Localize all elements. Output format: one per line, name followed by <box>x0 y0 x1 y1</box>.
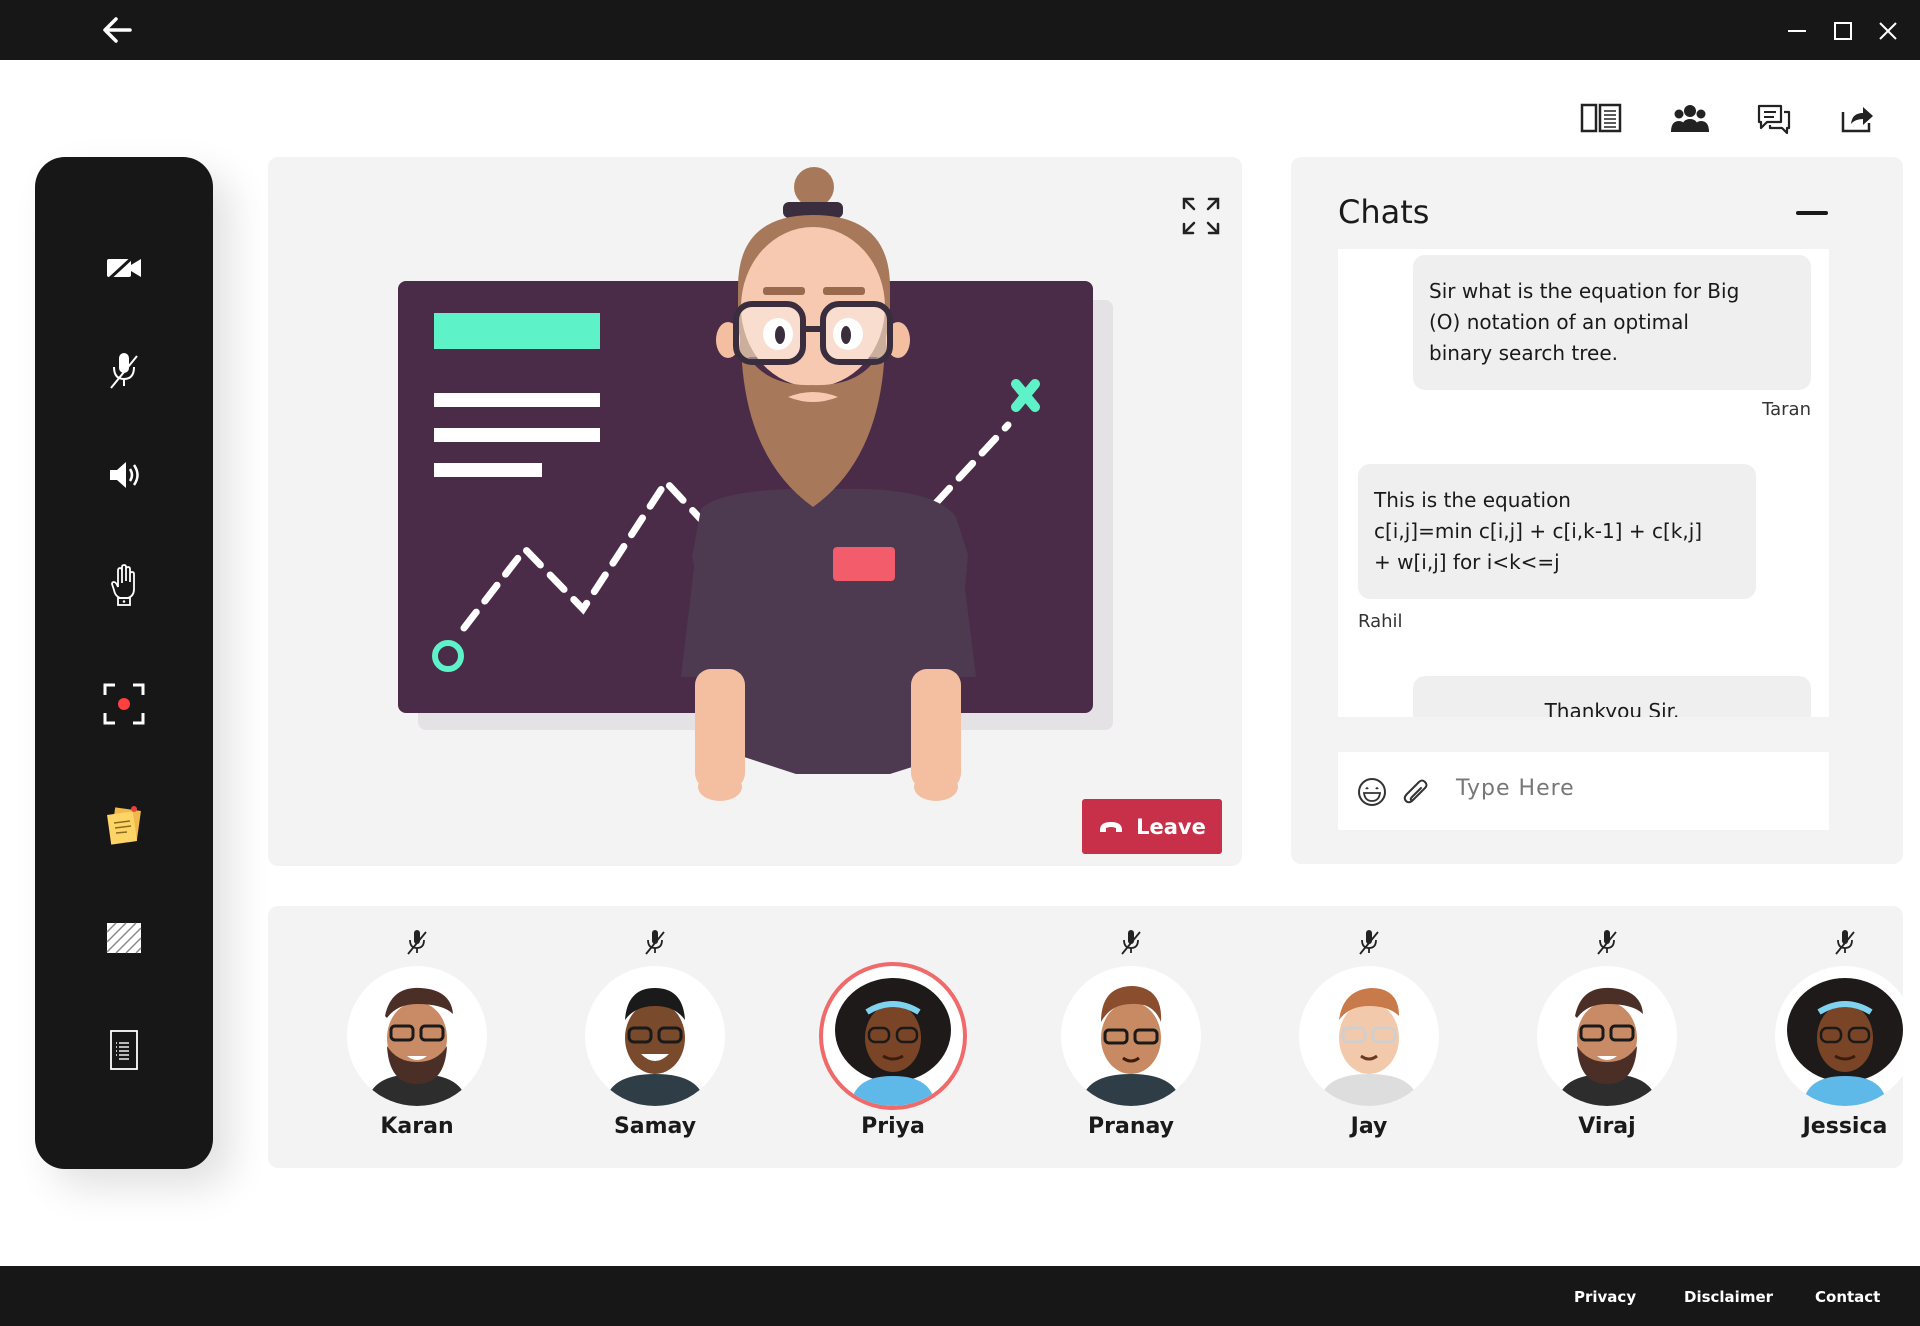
participant-name: Samay <box>613 1114 697 1139</box>
participant-tile[interactable]: Samay <box>580 906 730 1168</box>
avatar <box>1775 966 1903 1106</box>
message-input[interactable]: Type Here <box>1456 776 1575 801</box>
whiteboard-icon[interactable] <box>94 908 154 968</box>
emoji-icon[interactable] <box>1356 776 1388 812</box>
hang-up-icon <box>1098 815 1124 839</box>
minimize-icon[interactable] <box>1782 14 1812 46</box>
chat-icon[interactable] <box>1750 96 1798 140</box>
mic-muted-icon <box>1595 928 1619 956</box>
message-composer[interactable]: Type Here <box>1338 752 1829 830</box>
participant-tile[interactable]: Priya <box>818 906 968 1168</box>
fullscreen-icon[interactable] <box>1180 195 1222 237</box>
chat-panel: Chats Sir what is the equation for Big (… <box>1291 157 1903 864</box>
document-icon[interactable] <box>94 1020 154 1080</box>
participant-tile[interactable]: Jessica <box>1770 906 1903 1168</box>
share-icon[interactable] <box>1833 96 1881 140</box>
screen-record-icon[interactable] <box>94 674 154 734</box>
mic-muted-icon <box>1119 928 1143 956</box>
participant-tile[interactable]: Pranay <box>1056 906 1206 1168</box>
avatar <box>1061 966 1201 1106</box>
main-video-panel: Leave <box>268 157 1242 866</box>
speaker-icon[interactable] <box>94 445 154 505</box>
footer-link-contact[interactable]: Contact <box>1815 1288 1880 1306</box>
avatar <box>347 966 487 1106</box>
message-sender: Taran <box>1762 399 1811 420</box>
chat-message: Sir what is the equation for Big (O) not… <box>1413 255 1811 390</box>
control-rail <box>35 157 213 1169</box>
participant-name: Jessica <box>1802 1114 1888 1139</box>
camera-off-icon[interactable] <box>94 238 154 298</box>
footer: Privacy Disclaimer Contact <box>0 1266 1920 1326</box>
mic-off-icon[interactable] <box>94 340 154 400</box>
raise-hand-icon[interactable] <box>94 555 154 615</box>
avatar-active-speaker <box>823 966 963 1106</box>
participant-name: Viraj <box>1578 1114 1636 1139</box>
footer-link-privacy[interactable]: Privacy <box>1574 1288 1636 1306</box>
participant-tile[interactable]: Karan <box>342 906 492 1168</box>
mic-muted-icon <box>643 928 667 956</box>
chat-message: This is the equation c[i,j]=min c[i,j] +… <box>1358 464 1756 599</box>
avatar <box>1537 966 1677 1106</box>
avatar <box>585 966 725 1106</box>
mic-muted-icon <box>1357 928 1381 956</box>
chat-title: Chats <box>1338 193 1430 231</box>
presenter-illustration <box>398 167 1113 801</box>
mic-muted-icon <box>405 928 429 956</box>
attachment-icon[interactable] <box>1400 775 1432 813</box>
participant-name: Priya <box>861 1114 925 1139</box>
mic-muted-icon <box>1833 928 1857 956</box>
leave-button[interactable]: Leave <box>1082 799 1222 854</box>
chat-message-list[interactable]: Sir what is the equation for Big (O) not… <box>1338 249 1829 717</box>
avatar <box>1299 966 1439 1106</box>
chat-minimize-button[interactable] <box>1796 211 1828 215</box>
participants-icon[interactable] <box>1666 96 1714 140</box>
layout-toggle-icon[interactable] <box>1577 96 1625 140</box>
close-icon[interactable] <box>1873 14 1903 46</box>
leave-label: Leave <box>1136 814 1206 839</box>
message-sender: Rahil <box>1358 611 1403 632</box>
participant-name: Karan <box>380 1114 454 1139</box>
back-arrow-icon[interactable] <box>100 14 136 46</box>
participant-name: Jay <box>1350 1114 1388 1139</box>
title-bar <box>0 0 1920 60</box>
participant-tile[interactable]: Jay <box>1294 906 1444 1168</box>
participants-strip: Karan Samay Priya Pranay Jay Viraj Jessi… <box>268 906 1903 1168</box>
participant-name: Pranay <box>1088 1114 1174 1139</box>
sticky-notes-icon[interactable] <box>94 795 154 855</box>
footer-link-disclaimer[interactable]: Disclaimer <box>1684 1288 1773 1306</box>
maximize-icon[interactable] <box>1828 14 1858 46</box>
participant-tile[interactable]: Viraj <box>1532 906 1682 1168</box>
chat-message: Thankyou Sir. <box>1413 676 1811 717</box>
